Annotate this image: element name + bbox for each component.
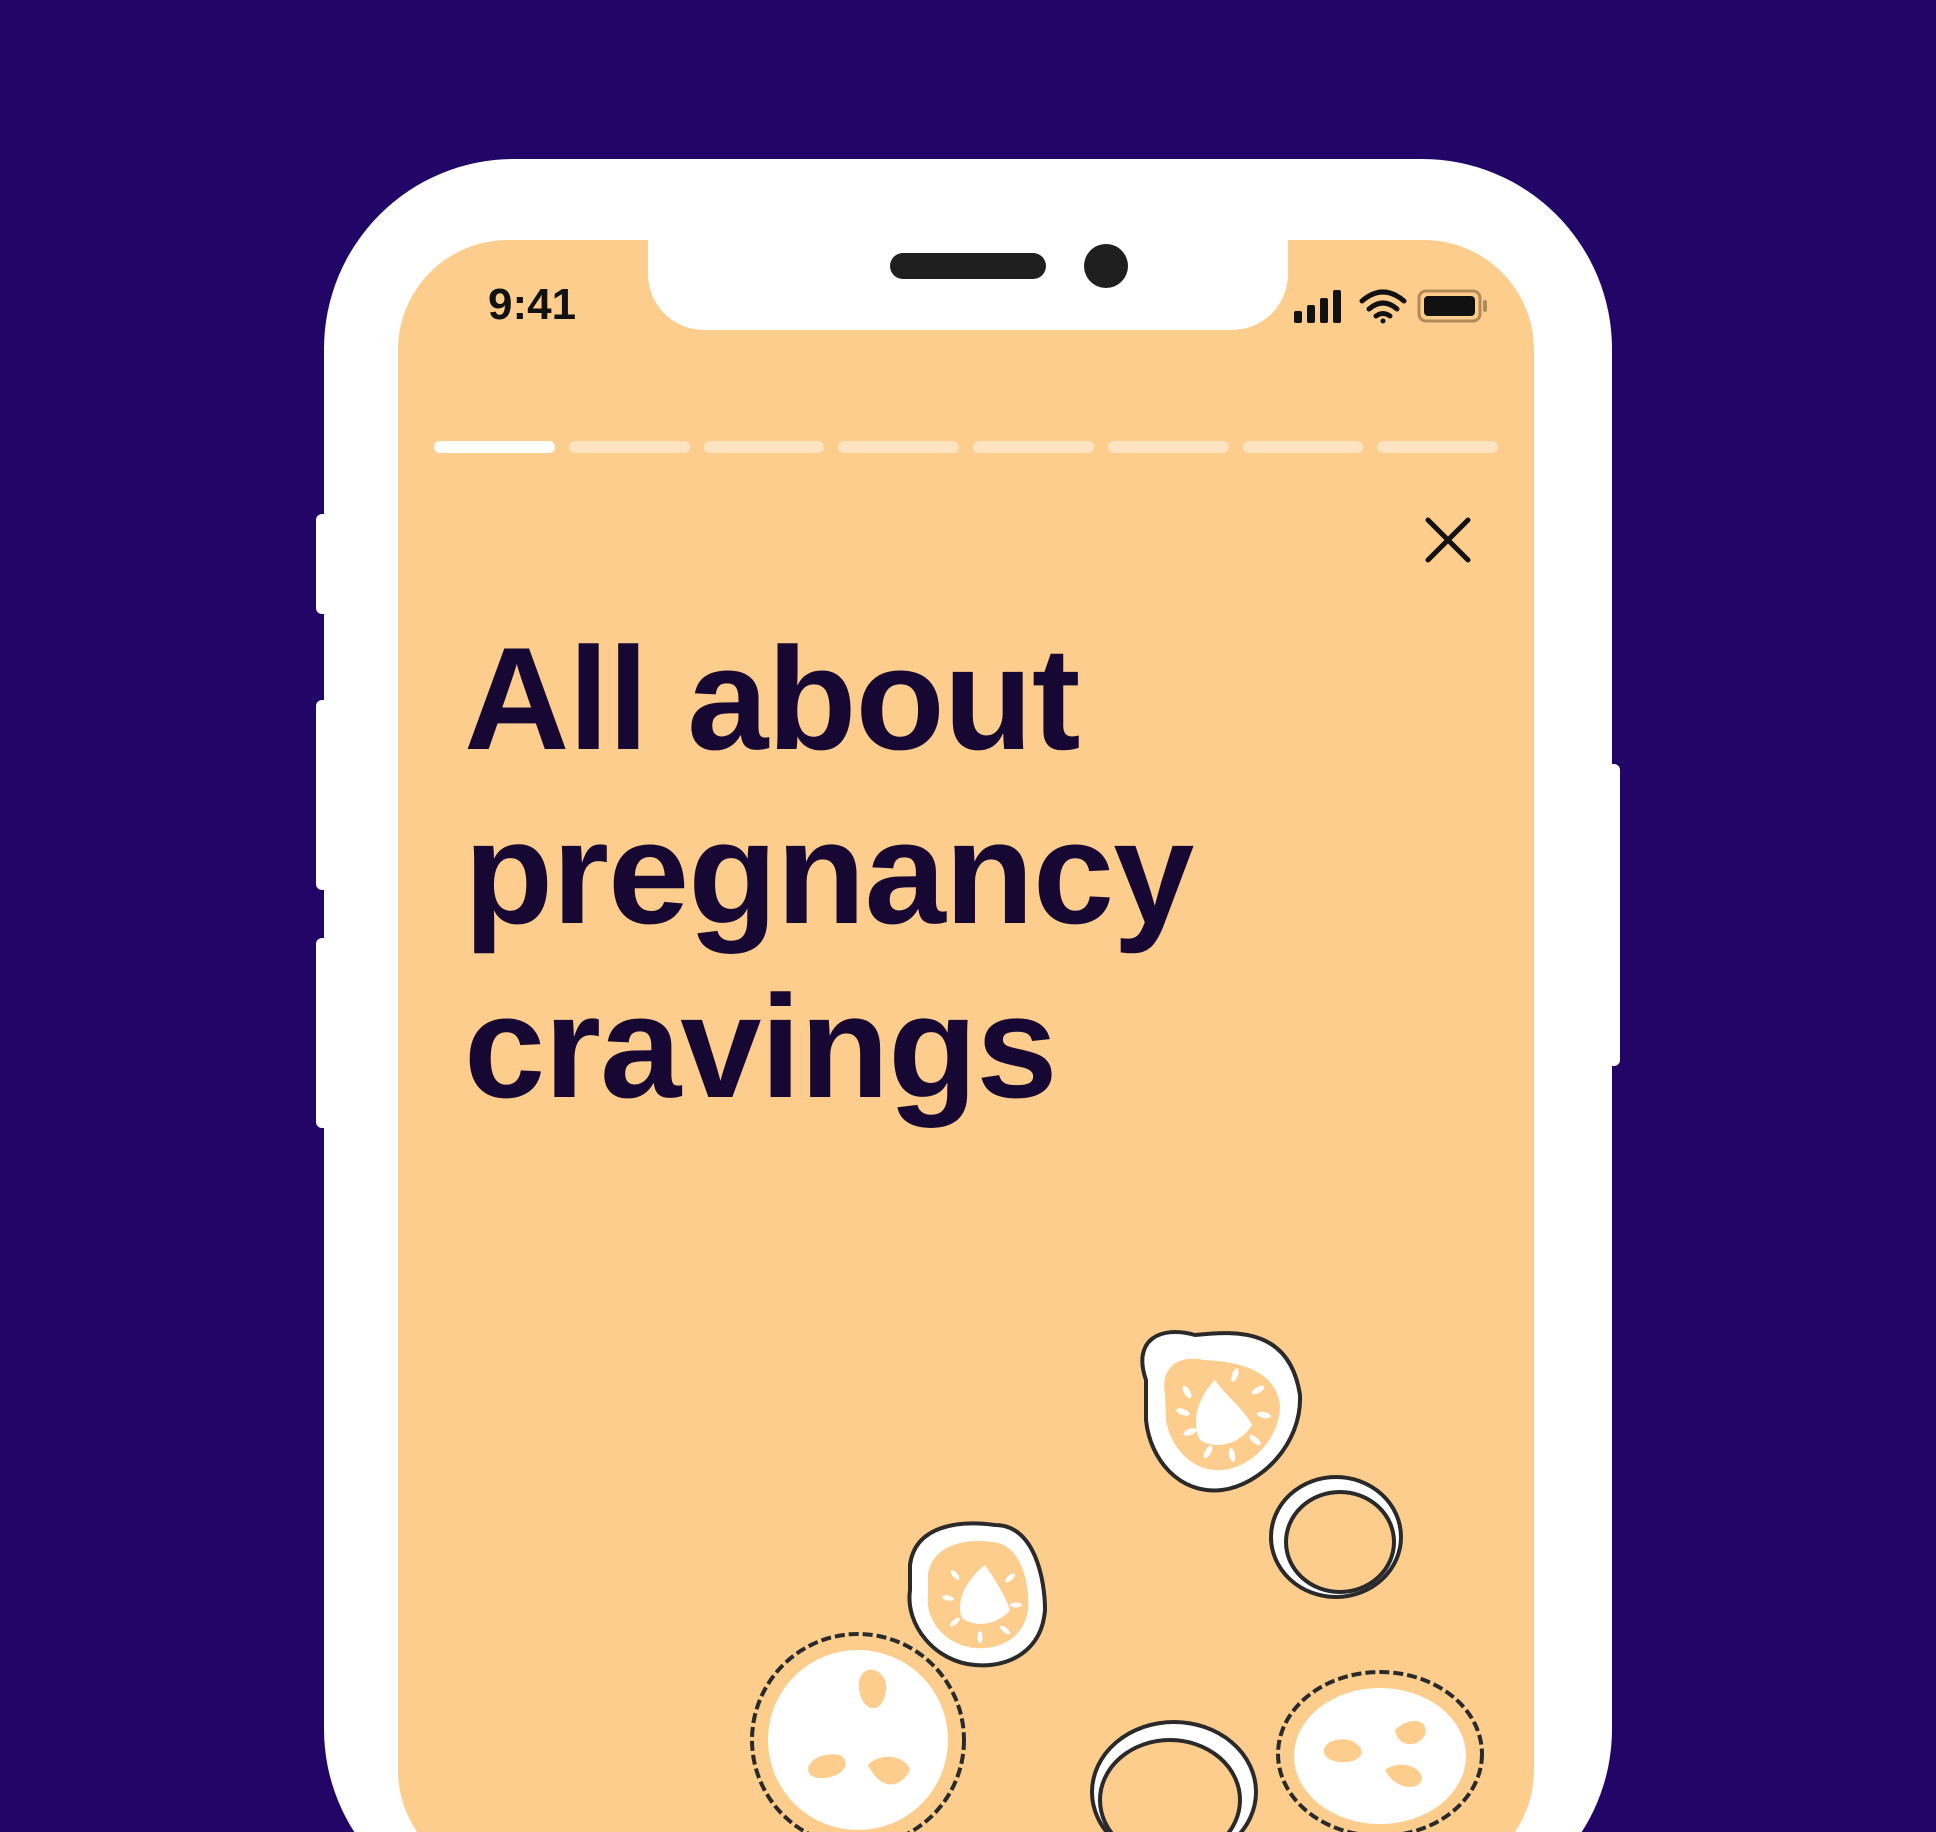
close-button[interactable] xyxy=(1420,512,1476,568)
close-icon xyxy=(1425,517,1471,563)
progress-segment[interactable] xyxy=(568,441,690,453)
app-canvas: 9:41 All about pregnancy cravings xyxy=(0,0,1936,1832)
progress-segment[interactable] xyxy=(1242,441,1364,453)
progress-segment[interactable] xyxy=(1107,441,1229,453)
phone-speaker xyxy=(890,253,1046,279)
story-headline: All about pregnancy cravings xyxy=(464,612,1364,1134)
wifi-icon xyxy=(1359,289,1407,324)
progress-segment[interactable] xyxy=(973,441,1094,453)
story-progress-bar xyxy=(434,441,1498,453)
phone-camera xyxy=(1084,244,1128,288)
progress-segment[interactable] xyxy=(703,441,825,453)
progress-segment-active[interactable] xyxy=(434,441,555,453)
headline-line-2: pregnancy xyxy=(464,791,1194,954)
cellular-signal-icon xyxy=(1294,290,1341,323)
headline-line-3: cravings xyxy=(464,965,1058,1128)
status-icons xyxy=(1294,289,1487,324)
headline-line-1: All about xyxy=(464,617,1081,780)
status-time: 9:41 xyxy=(488,280,577,329)
progress-segment[interactable] xyxy=(1377,441,1498,453)
progress-segment[interactable] xyxy=(838,441,959,453)
battery-icon xyxy=(1417,289,1487,323)
